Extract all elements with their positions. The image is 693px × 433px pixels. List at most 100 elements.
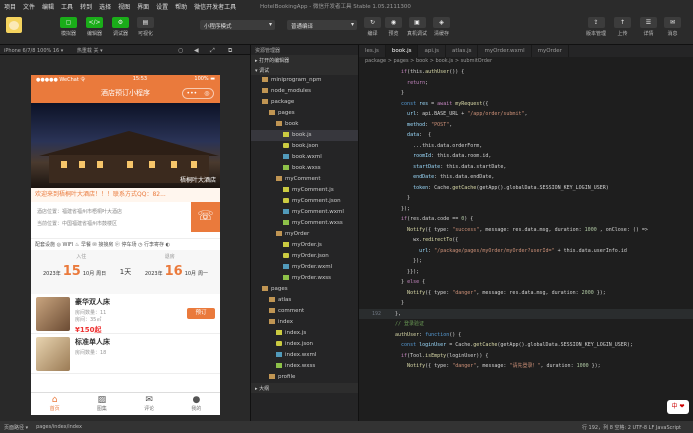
messages-button[interactable]: ✉ 消息	[664, 17, 681, 37]
remote-debug-button[interactable]: ▣ 真机调试	[407, 17, 427, 37]
code-line[interactable]: data: {	[359, 130, 693, 141]
tree-file[interactable]: myOrder.js	[251, 240, 358, 251]
code-line[interactable]: Notify({ type: "danger", message: "请先登录！…	[359, 361, 693, 372]
menu-item[interactable]: 视图	[118, 2, 130, 11]
checkin-date[interactable]: 2023年 15 10月 周日	[43, 264, 106, 279]
tree-folder[interactable]: book	[251, 119, 358, 130]
avatar[interactable]	[6, 17, 22, 33]
tree-folder[interactable]: index	[251, 317, 358, 328]
tree-file[interactable]: index.wxss	[251, 361, 358, 372]
volume-icon[interactable]: ◀	[194, 47, 199, 54]
date-picker[interactable]: 入住 退房 2023年 15 10月 周日 1天 2023年 16 10月 周一	[31, 250, 220, 294]
tree-file[interactable]: myComment.wxml	[251, 207, 358, 218]
more-icon[interactable]: •••	[187, 89, 198, 98]
code-line[interactable]: });	[359, 256, 693, 267]
code-line[interactable]: ...this.data.orderForm,	[359, 141, 693, 152]
fullscreen-icon[interactable]: ⤢	[210, 47, 215, 55]
code-line[interactable]: }	[359, 88, 693, 99]
tree-folder[interactable]: comment	[251, 306, 358, 317]
tree-folder[interactable]: myOrder	[251, 229, 358, 240]
code-line[interactable]: if(res.data.code == 0) {	[359, 214, 693, 225]
preview-button[interactable]: ◉ 预览	[385, 17, 402, 37]
editor-tab[interactable]: les.js	[359, 45, 386, 57]
tree-folder[interactable]: package	[251, 97, 358, 108]
upload-button[interactable]: ↑ 上传	[614, 17, 631, 37]
menu-item[interactable]: 编辑	[42, 2, 54, 11]
tab-comments[interactable]: ✉ 评论	[126, 393, 173, 415]
compile-select[interactable]: 普通编译	[287, 20, 357, 30]
tree-file[interactable]: myOrder.wxml	[251, 262, 358, 273]
code-line[interactable]: endDate: this.data.endDate,	[359, 172, 693, 183]
room-card[interactable]: 豪华双人床 房间数量：11 房间：35㎡ ¥150起 预订	[31, 294, 220, 334]
debugger-toggle[interactable]: ⚙ 调试器	[112, 17, 129, 37]
code-line[interactable]: roomId: this.data.room.id,	[359, 151, 693, 162]
compile-button[interactable]: ↻ 编译	[364, 17, 381, 37]
tree-file[interactable]: myComment.wxss	[251, 218, 358, 229]
tree-folder[interactable]: node_modules	[251, 86, 358, 97]
details-button[interactable]: ☰ 详情	[640, 17, 657, 37]
code-line[interactable]: const loginUser = Cache.getCache(getApp(…	[359, 340, 693, 351]
outline-section[interactable]: ▸ 大纲	[251, 383, 358, 393]
tree-file[interactable]: myOrder.json	[251, 251, 358, 262]
code-line[interactable]: }});	[359, 267, 693, 278]
code-line[interactable]: if(this.authUser()) {	[359, 67, 693, 78]
editor-tab[interactable]: api.js	[418, 45, 447, 57]
menu-item[interactable]: 文件	[23, 2, 35, 11]
code-line[interactable]: });	[359, 204, 693, 215]
editor-toggle[interactable]: </> 编辑器	[86, 17, 103, 37]
code-line[interactable]: if(Tool.isEmpty(loginUser)) {	[359, 351, 693, 362]
tab-profile[interactable]: ● 我的	[173, 393, 220, 415]
tree-file[interactable]: book.js	[251, 130, 358, 141]
open-editors-section[interactable]: ▸ 打开的编辑器	[251, 55, 358, 65]
tree-file[interactable]: book.json	[251, 141, 358, 152]
menu-item[interactable]: 转到	[80, 2, 92, 11]
hot-reload-select[interactable]: 热重载 关 ▾	[77, 48, 103, 54]
checkout-date[interactable]: 2023年 16 10月 周一	[145, 264, 208, 279]
tab-gallery[interactable]: ▨ 图集	[78, 393, 125, 415]
code-line[interactable]: const res = await myRequest({	[359, 99, 693, 110]
code-line[interactable]: // 登录验证	[359, 319, 693, 330]
record-icon[interactable]: ○	[178, 47, 183, 54]
menu-item[interactable]: 工具	[61, 2, 73, 11]
menu-item[interactable]: 设置	[156, 2, 168, 11]
tree-file[interactable]: index.json	[251, 339, 358, 350]
hotel-banner[interactable]: 梧桐叶大酒店	[31, 103, 220, 188]
code-line[interactable]: authUser: function() {	[359, 330, 693, 341]
tab-home[interactable]: ⌂ 首页	[31, 393, 78, 415]
mode-select[interactable]: 小程序模式	[200, 20, 275, 30]
editor-tab[interactable]: book.js	[385, 45, 419, 57]
tree-file[interactable]: myComment.js	[251, 185, 358, 196]
code-line[interactable]: }	[359, 298, 693, 309]
tree-file[interactable]: index.js	[251, 328, 358, 339]
menu-item[interactable]: 选择	[99, 2, 111, 11]
floating-widget[interactable]: 中 ❤	[667, 400, 689, 414]
code-line[interactable]: wx.redirectTo({	[359, 235, 693, 246]
code-line[interactable]: 192 },	[359, 308, 693, 319]
code-line[interactable]: method: "POST",	[359, 120, 693, 131]
code-line[interactable]: } else {	[359, 277, 693, 288]
visual-toggle[interactable]: ▤ 可视化	[137, 17, 154, 37]
cursor-info[interactable]: 行 192，列 8 空格: 2 UTF-8 LF JavaScript	[582, 424, 681, 431]
book-button[interactable]: 预订	[187, 308, 215, 319]
tree-file[interactable]: book.wxss	[251, 163, 358, 174]
tree-file[interactable]: book.wxml	[251, 152, 358, 163]
version-button[interactable]: ⇪ 版本管理	[586, 17, 606, 37]
menu-item[interactable]: 界面	[137, 2, 149, 11]
clear-cache-button[interactable]: ◈ 清缓存	[433, 17, 450, 37]
editor-tab[interactable]: atlas.js	[446, 45, 479, 57]
project-section[interactable]: ▾ 调试	[251, 65, 358, 75]
code-line[interactable]: url: "/package/pages/myOrder/myOrder?use…	[359, 246, 693, 257]
room-card[interactable]: 标准单人床 房间数量：18	[31, 334, 220, 374]
menu-item[interactable]: 帮助	[175, 2, 187, 11]
code-area[interactable]: if(this.authUser()) { return; } const re…	[359, 67, 693, 421]
page-path[interactable]: pages/index/index	[36, 424, 82, 430]
editor-tab[interactable]: myOrder.wxml	[478, 45, 532, 57]
code-line[interactable]: startDate: this.data.startDate,	[359, 162, 693, 173]
code-line[interactable]: return;	[359, 78, 693, 89]
code-line[interactable]: token: Cache.getCache(getApp().globalDat…	[359, 183, 693, 194]
tree-file[interactable]: index.wxml	[251, 350, 358, 361]
phone-call-icon[interactable]: ☏	[191, 202, 220, 232]
menu-item[interactable]: 项目	[4, 2, 16, 11]
breadcrumb[interactable]: package > pages > book > book.js > submi…	[359, 57, 693, 66]
tree-folder[interactable]: pages	[251, 284, 358, 295]
